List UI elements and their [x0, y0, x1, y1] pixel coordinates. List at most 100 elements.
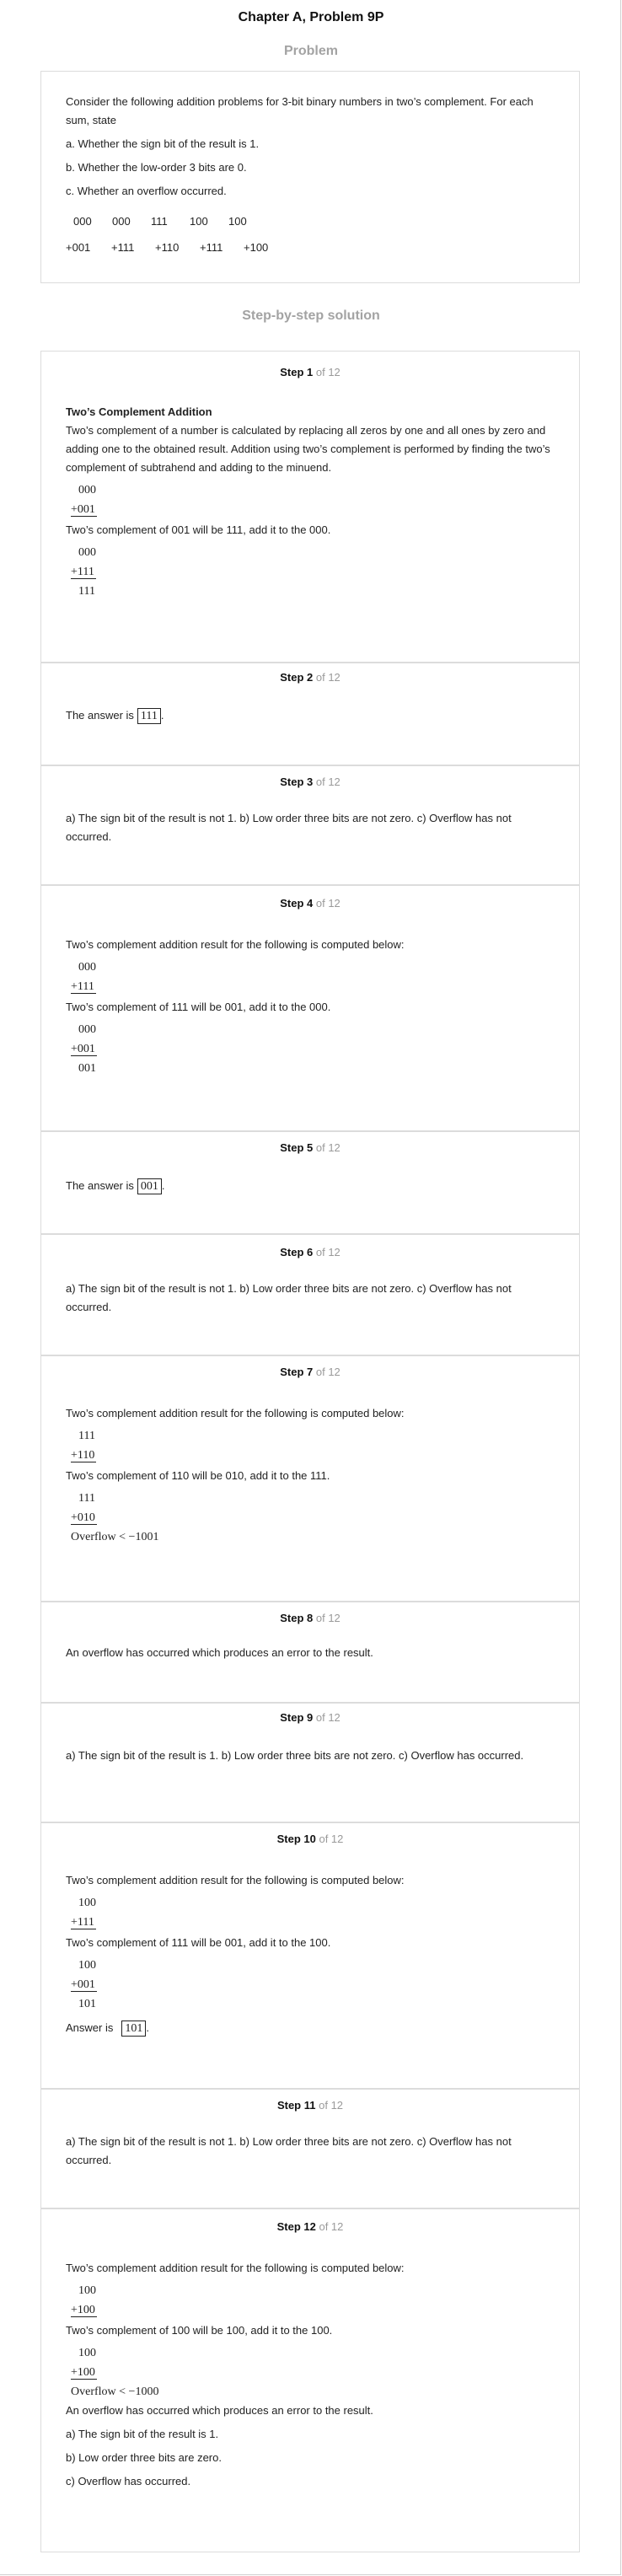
step-content: An overflow has occurred which produces … [66, 1644, 556, 1662]
calculation: 111 +110 [66, 1426, 97, 1465]
step-text: Two’s complement addition result for the… [66, 2262, 405, 2274]
step-text: a) The sign bit of the result is not 1. … [66, 2135, 512, 2166]
answer-label: Answer is [66, 2021, 114, 2034]
calculation: 000 +111 [66, 958, 96, 996]
calc-line: 100 [78, 1959, 96, 1972]
calc-line: 000 [78, 961, 96, 974]
step-header: Step 10 of 12 [40, 1833, 580, 1845]
step-number: Step 6 [280, 1246, 314, 1258]
calc-line: 111 [78, 1430, 95, 1442]
calc-result: 111 [78, 585, 95, 598]
step-count: of 12 [315, 1711, 340, 1724]
calculation: 000 +001 [66, 480, 97, 519]
step-count: of 12 [319, 2220, 344, 2233]
step-title: Two’s Complement Addition [66, 405, 212, 418]
step-number: Step 10 [276, 1833, 316, 1845]
step-text: a) The sign bit of the result is 1. b) L… [66, 1749, 524, 1762]
answer-box: 111 [137, 708, 161, 724]
step-header: Step 4 of 12 [40, 897, 580, 910]
operand-top: 100 [228, 215, 247, 228]
operand-bottom: +110 [155, 241, 180, 254]
step-number: Step 3 [280, 775, 314, 788]
calc-result: Overflow < −1000 [71, 2385, 159, 2398]
calc-line: +111 [71, 980, 96, 994]
step-count: of 12 [315, 897, 340, 910]
step-number: Step 8 [280, 1612, 314, 1624]
calc-line: 111 [78, 1492, 95, 1505]
step-text: a) The sign bit of the result is not 1. … [66, 1282, 512, 1313]
step-text: Two’s complement of 111 will be 001, add… [66, 1001, 331, 1013]
calc-line: 000 [78, 546, 96, 559]
calc-line: +111 [71, 566, 96, 579]
calculation: 000 +001 001 [66, 1020, 97, 1078]
calc-line: 100 [78, 2347, 96, 2359]
step-number: Step 9 [280, 1711, 314, 1724]
problem-item-a: a. Whether the sign bit of the result is… [66, 137, 260, 150]
problem-intro: Consider the following addition problems… [66, 95, 534, 126]
step-text: The answer is [66, 709, 134, 722]
calculation: 000 +111 111 [66, 543, 96, 601]
step-header: Step 6 of 12 [40, 1246, 580, 1258]
calc-line: +111 [71, 1916, 96, 1929]
step-text: An overflow has occurred which produces … [66, 2404, 373, 2417]
step-text: Two’s complement addition result for the… [66, 938, 405, 951]
step-content: Two’s complement addition result for the… [66, 1404, 556, 1547]
step-content: a) The sign bit of the result is not 1. … [66, 1280, 556, 1317]
operand-top: 000 [112, 215, 131, 228]
calc-line: +010 [71, 1511, 97, 1525]
calc-line: +001 [71, 1043, 97, 1056]
page-title: Chapter A, Problem 9P [238, 10, 384, 24]
operand-bottom: +111 [200, 241, 223, 254]
step-number: Step 4 [280, 897, 314, 910]
step-content: Two’s complement addition result for the… [66, 936, 556, 1078]
operand-top: 000 [73, 215, 92, 228]
step-content: Two’s complement addition result for the… [66, 1871, 556, 2037]
operand-top: 111 [151, 215, 168, 228]
step-text: Two’s complement of 100 will be 100, add… [66, 2324, 333, 2337]
step-header: Step 8 of 12 [40, 1612, 580, 1624]
calc-line: +110 [71, 1449, 97, 1462]
step-number: Step 12 [276, 2220, 316, 2233]
step-number: Step 2 [280, 671, 314, 684]
step-text: The answer is [66, 1179, 134, 1192]
problem-content: Consider the following addition problems… [66, 93, 556, 201]
step-number: Step 7 [280, 1366, 314, 1378]
calc-line: +001 [71, 503, 97, 517]
step-count: of 12 [315, 1141, 340, 1154]
calculation: 111 +010 Overflow < −1001 [66, 1489, 158, 1547]
answer-box: 001 [137, 1178, 162, 1194]
problem-item-b: b. Whether the low-order 3 bits are 0. [66, 161, 247, 174]
problem-heading: Problem [283, 44, 338, 58]
step-text: Two’s complement of a number is calculat… [66, 424, 550, 474]
step-count: of 12 [315, 1366, 340, 1378]
calc-result: Overflow < −1001 [71, 1531, 159, 1543]
step-content: a) The sign bit of the result is not 1. … [66, 809, 556, 846]
step-header: Step 9 of 12 [40, 1711, 580, 1724]
step-count: of 12 [315, 1246, 340, 1258]
solution-heading: Step-by-step solution [242, 309, 380, 323]
list-item: c) Overflow has occurred. [66, 2475, 191, 2487]
step-count: of 12 [319, 2099, 344, 2112]
step-content: Two’s Complement Addition Two’s compleme… [66, 403, 556, 601]
step-text: Two’s complement of 001 will be 111, add… [66, 523, 331, 536]
step-number: Step 5 [280, 1141, 314, 1154]
calculation: 100 +111 [66, 1893, 96, 1932]
calculation: 100 +001 101 [66, 1956, 97, 2014]
operand-top: 100 [190, 215, 208, 228]
calc-line: +100 [71, 2304, 97, 2317]
calc-line: +100 [71, 2366, 97, 2380]
step-content: Two’s complement addition result for the… [66, 2259, 556, 2491]
step-count: of 12 [315, 671, 340, 684]
step-content: a) The sign bit of the result is not 1. … [66, 2133, 556, 2170]
calc-result: 101 [78, 1998, 96, 2010]
step-count: of 12 [315, 1612, 340, 1624]
calc-line: 100 [78, 1897, 96, 1909]
calc-line: 000 [78, 1023, 96, 1036]
step-content: The answer is 111. [66, 708, 164, 724]
calculation: 100 +100 Overflow < −1000 [66, 2343, 158, 2402]
step-header: Step 12 of 12 [40, 2220, 580, 2233]
step-content: a) The sign bit of the result is 1. b) L… [66, 1747, 556, 1765]
calc-line: 000 [78, 484, 96, 496]
operand-bottom: +111 [111, 241, 135, 254]
step-text: a) The sign bit of the result is not 1. … [66, 812, 512, 843]
